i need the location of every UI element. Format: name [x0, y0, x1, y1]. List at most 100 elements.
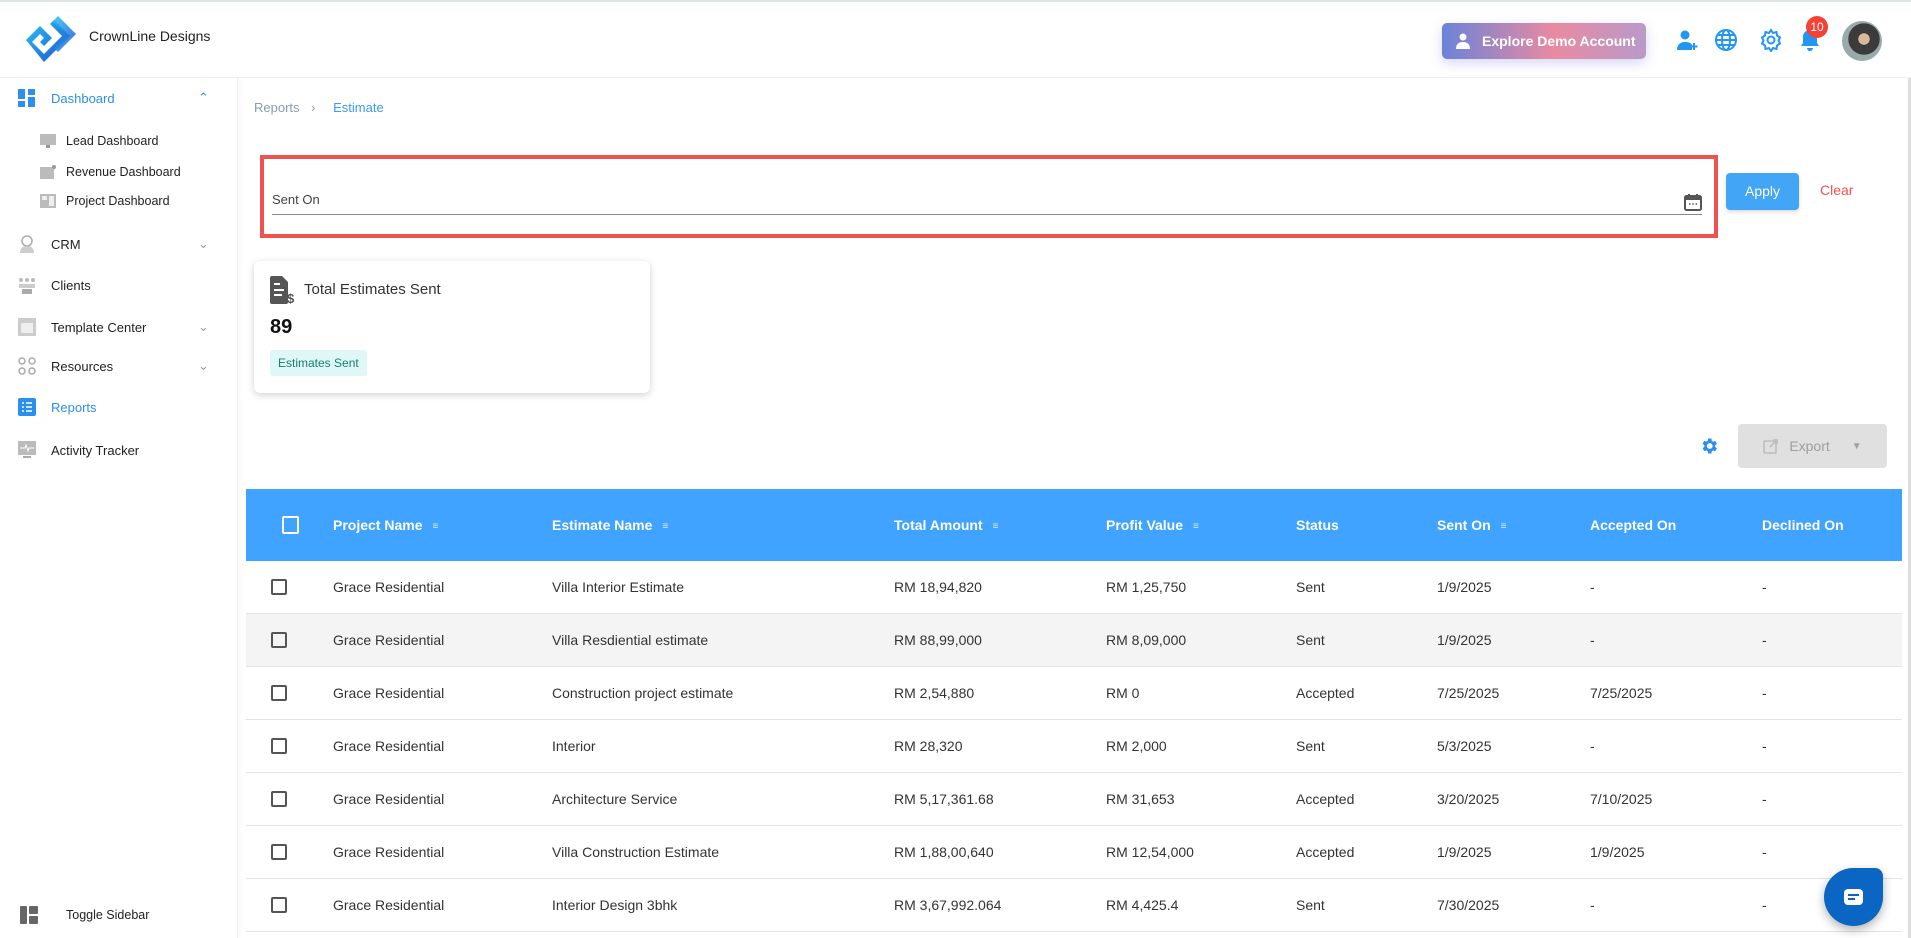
chevron-down-icon: ⌄ [198, 319, 209, 334]
chevron-up-icon: ⌃ [198, 90, 209, 105]
row-checkbox[interactable] [271, 632, 287, 648]
cell-accepted-on: - [1590, 738, 1595, 754]
table-row[interactable]: Grace Residential Construction project es… [246, 667, 1902, 720]
user-icon [1456, 33, 1470, 49]
input-underline [272, 214, 1702, 215]
table-row[interactable]: Grace Residential Architecture Service RM … [246, 773, 1902, 826]
cell-estimate-name: Interior Design 3bhk [552, 897, 678, 913]
chevron-down-icon: ⌄ [198, 358, 209, 373]
cell-profit-value: RM 1,25,750 [1106, 579, 1187, 595]
breadcrumb-reports[interactable]: Reports [254, 100, 300, 115]
cell-declined-on: - [1762, 579, 1767, 595]
apply-button[interactable]: Apply [1726, 173, 1799, 210]
revenue-dashboard-icon [40, 165, 56, 179]
cell-estimate-name: Construction project estimate [552, 685, 734, 701]
sort-icon[interactable]: ≡ [432, 521, 443, 532]
column-header-status[interactable]: Status [1296, 517, 1339, 533]
cell-project-name: Grace Residential [333, 897, 445, 913]
column-header-accepted-on[interactable]: Accepted On [1590, 517, 1676, 533]
sort-icon[interactable]: ≡ [1193, 521, 1204, 532]
cell-project-name: Grace Residential [333, 685, 445, 701]
row-checkbox[interactable] [271, 579, 287, 595]
table-row[interactable]: Grace Residential Villa Interior Estimate… [246, 561, 1902, 614]
sent-on-date-filter[interactable]: Sent On [260, 155, 1718, 238]
resources-icon [18, 357, 36, 375]
sidebar-item-reports[interactable]: Reports [0, 391, 238, 423]
column-header-label: Project Name [333, 517, 423, 533]
sidebar-item-crm[interactable]: CRM ⌄ [0, 228, 238, 260]
globe-icon[interactable] [1714, 28, 1738, 52]
export-dropdown-button[interactable]: Export ▼ [1738, 424, 1887, 468]
column-header-profit-value[interactable]: Profit Value ≡ [1106, 517, 1204, 533]
sidebar-item-activity-tracker[interactable]: Activity Tracker [0, 434, 238, 466]
calendar-icon[interactable] [1684, 193, 1702, 211]
row-checkbox[interactable] [271, 791, 287, 807]
table-row[interactable]: Grace Residential Interior RM 28,320 RM 2,0… [246, 720, 1902, 773]
cell-accepted-on: 7/10/2025 [1590, 791, 1653, 807]
crownline-logo-icon[interactable] [22, 14, 78, 66]
cell-profit-value: RM 0 [1106, 685, 1140, 701]
cell-declined-on: - [1762, 632, 1767, 648]
row-checkbox[interactable] [271, 844, 287, 860]
explore-demo-account-button[interactable]: Explore Demo Account [1442, 23, 1646, 59]
sort-icon[interactable]: ≡ [662, 521, 673, 532]
clear-button[interactable]: Clear [1820, 182, 1853, 198]
column-header-estimate-name[interactable]: Estimate Name ≡ [552, 517, 673, 533]
cell-status: Sent [1296, 579, 1325, 595]
add-user-icon[interactable] [1675, 28, 1699, 52]
column-header-declined-on[interactable]: Declined On [1762, 517, 1844, 533]
row-checkbox[interactable] [271, 738, 287, 754]
column-header-label: Declined On [1762, 517, 1844, 533]
column-header-sent-on[interactable]: Sent On ≡ [1437, 517, 1512, 533]
cell-sent-on: 7/25/2025 [1437, 685, 1500, 701]
cell-total-amount: RM 88,99,000 [894, 632, 982, 648]
row-checkbox[interactable] [271, 897, 287, 913]
total-estimates-sent-card: $ Total Estimates Sent 89 Estimates Sent [254, 261, 650, 393]
column-header-total-amount[interactable]: Total Amount ≡ [894, 517, 1004, 533]
clients-icon [19, 278, 35, 294]
table-row[interactable]: Grace Residential Villa Resdiential estim… [246, 614, 1902, 667]
select-all-checkbox[interactable] [282, 516, 299, 534]
estimate-document-icon: $ [270, 276, 295, 304]
chat-icon [1844, 889, 1863, 905]
cell-total-amount: RM 18,94,820 [894, 579, 982, 595]
chat-support-button[interactable] [1824, 868, 1883, 926]
estimates-table: Project Name ≡ Estimate Name ≡ Total Amount ≡… [246, 489, 1902, 932]
table-header: Project Name ≡ Estimate Name ≡ Total Amount ≡… [246, 489, 1902, 561]
sidebar-item-revenue-dashboard[interactable]: Revenue Dashboard [0, 156, 238, 188]
table-settings-gear-icon[interactable] [1699, 436, 1719, 456]
cell-declined-on: - [1762, 738, 1767, 754]
export-icon [1763, 439, 1779, 454]
cell-sent-on: 3/20/2025 [1437, 791, 1500, 807]
cell-sent-on: 7/30/2025 [1437, 897, 1500, 913]
toggle-sidebar-button[interactable]: Toggle Sidebar [0, 899, 238, 931]
cell-declined-on: - [1762, 897, 1767, 913]
sidebar-item-label: Revenue Dashboard [66, 165, 181, 179]
sidebar-item-label: Activity Tracker [51, 442, 140, 458]
sidebar-item-label: Template Center [51, 319, 147, 335]
sidebar-item-resources[interactable]: Resources ⌄ [0, 350, 238, 382]
table-row[interactable]: Grace Residential Villa Construction Esti… [246, 826, 1902, 879]
sidebar-item-template-center[interactable]: Template Center ⌄ [0, 311, 238, 343]
cell-sent-on: 5/3/2025 [1437, 738, 1492, 754]
settings-icon[interactable] [1759, 28, 1783, 52]
toggle-sidebar-label: Toggle Sidebar [66, 908, 150, 922]
row-checkbox[interactable] [271, 685, 287, 701]
cell-total-amount: RM 1,88,00,640 [894, 844, 994, 860]
sort-icon[interactable]: ≡ [993, 521, 1004, 532]
cell-status: Sent [1296, 632, 1325, 648]
table-row[interactable]: Grace Residential Interior Design 3bhk RM … [246, 879, 1902, 932]
cell-status: Accepted [1296, 844, 1355, 860]
chevron-right-icon: › [311, 100, 316, 115]
cell-estimate-name: Villa Interior Estimate [552, 579, 685, 595]
sidebar-item-dashboard[interactable]: Dashboard ⌃ [0, 82, 238, 114]
sidebar-item-project-dashboard[interactable]: Project Dashboard [0, 185, 238, 217]
user-avatar[interactable] [1842, 21, 1882, 61]
cell-total-amount: RM 2,54,880 [894, 685, 975, 701]
column-header-project-name[interactable]: Project Name ≡ [333, 517, 443, 533]
cell-accepted-on: - [1590, 632, 1595, 648]
column-header-label: Accepted On [1590, 517, 1677, 533]
sidebar-item-lead-dashboard[interactable]: Lead Dashboard [0, 125, 238, 157]
sort-icon[interactable]: ≡ [1501, 521, 1512, 532]
sidebar-item-clients[interactable]: Clients [0, 269, 238, 301]
